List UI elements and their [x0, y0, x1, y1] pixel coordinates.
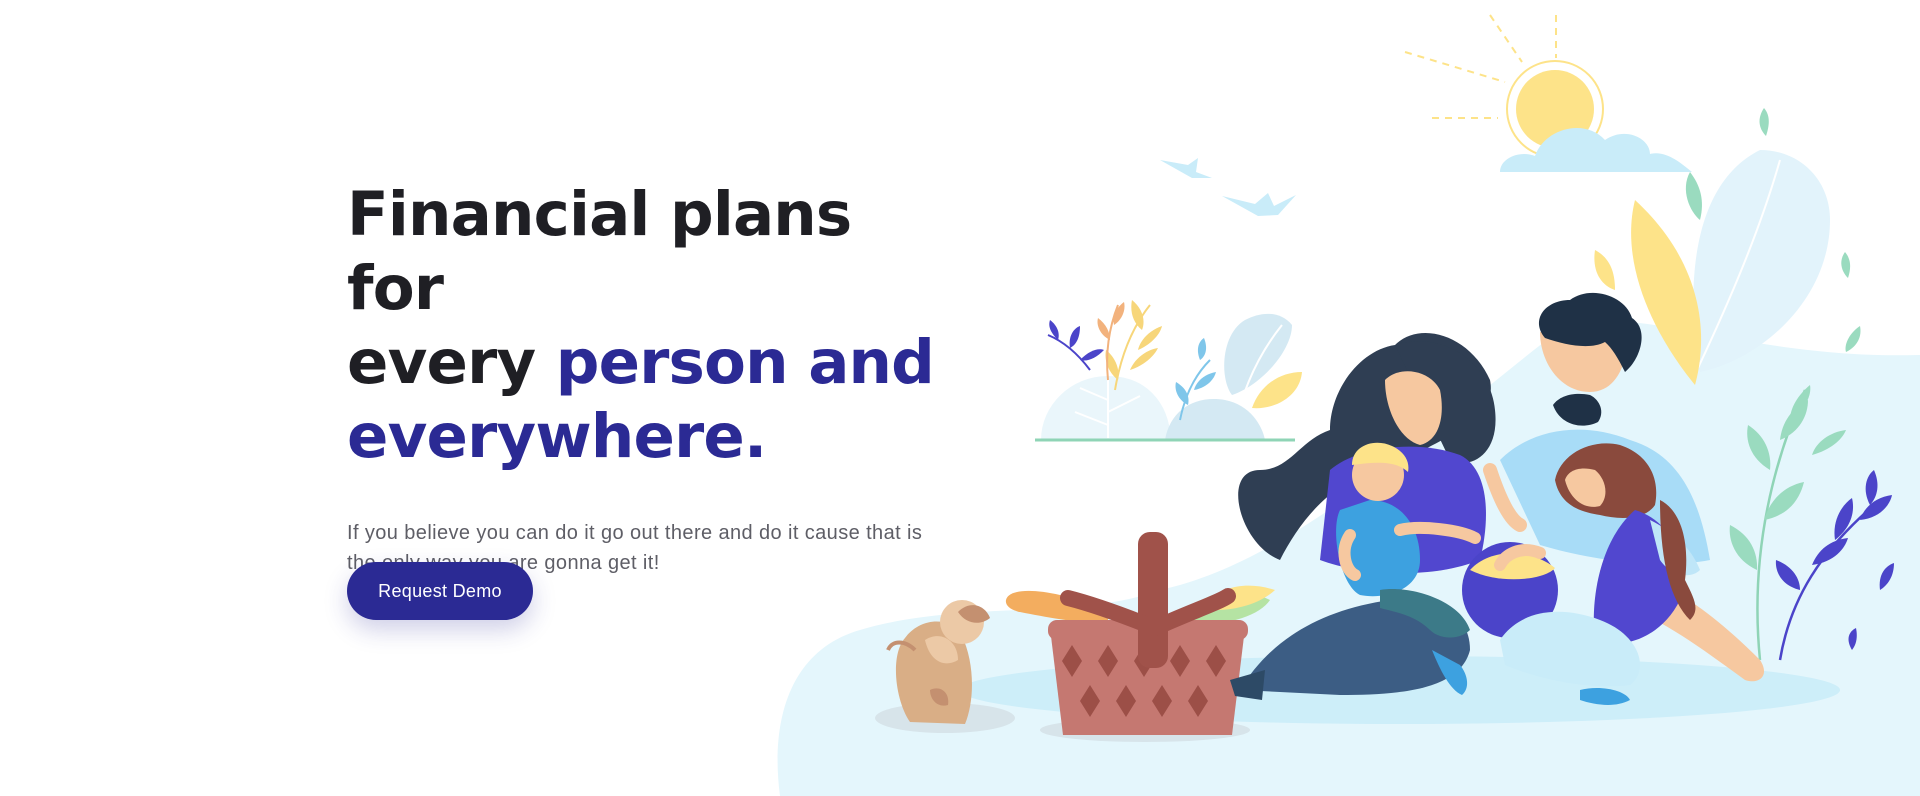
plant-cluster [1035, 300, 1302, 442]
bird-icon [1222, 193, 1296, 216]
hero-title: Financial plans for every person and eve… [347, 178, 967, 474]
picnic-basket-icon [1040, 532, 1250, 742]
hero-title-line3-accent: everywhere. [347, 401, 767, 472]
hero-title-line2-plain: every [347, 327, 556, 398]
leaf-icon [1845, 326, 1861, 352]
leaf-icon [1685, 172, 1702, 220]
leaf-icon [1759, 108, 1769, 136]
hero-text-block: Financial plans for every person and eve… [347, 178, 967, 578]
leaf-icon [1693, 150, 1830, 372]
leaf-icon [1841, 252, 1851, 278]
hero-title-line2-accent: person and [555, 327, 935, 398]
bird-icon [1160, 158, 1212, 178]
hero-section: Financial plans for every person and eve… [0, 0, 1920, 796]
request-demo-button[interactable]: Request Demo [347, 562, 533, 620]
hero-title-line1: Financial plans for [347, 179, 852, 324]
leaf-icon [1594, 250, 1615, 290]
